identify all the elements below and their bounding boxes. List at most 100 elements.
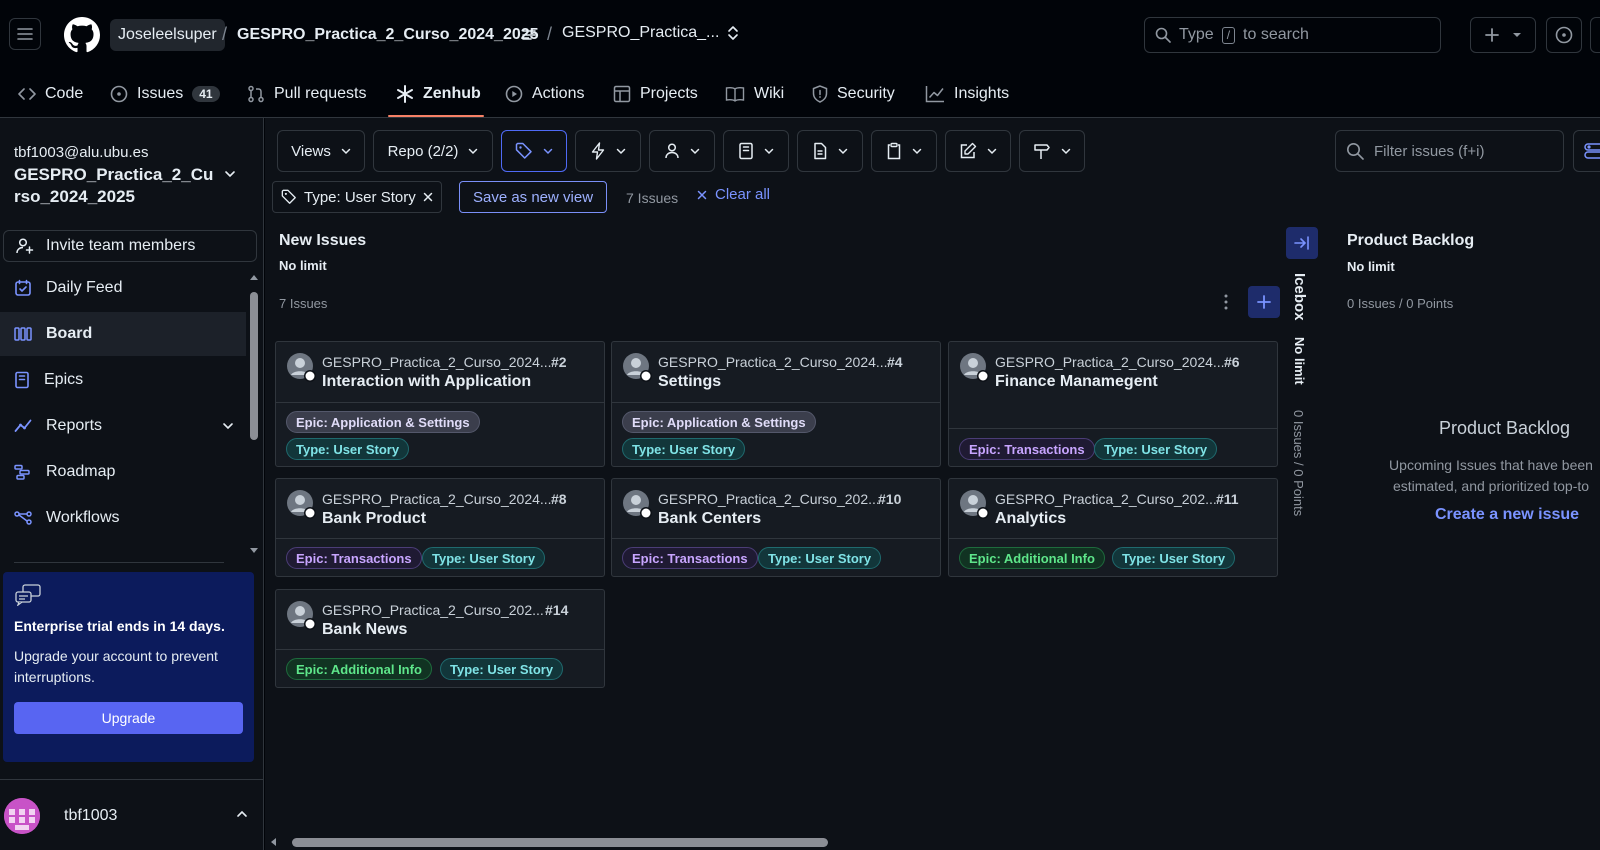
type-label[interactable]: Type: User Story [440,658,564,680]
card-repo: GESPRO_Practica_2_Curso_202... [658,491,880,507]
display-settings-button[interactable] [1573,130,1600,172]
tab-label: Security [837,85,895,102]
icebox-limit: No limit [1292,337,1307,385]
type-label[interactable]: Type: User Story [422,547,546,569]
tab-actions[interactable]: Actions [505,78,584,110]
type-label[interactable]: Type: User Story [1094,438,1218,460]
github-logo-icon[interactable] [64,17,100,53]
sidebar-item-label: Workflows [46,509,120,526]
tab-issues[interactable]: Issues 41 [110,78,220,110]
sidebar-item-workflows[interactable]: Workflows [0,496,246,540]
issue-card[interactable]: GESPRO_Practica_2_Curso_2024... #4 Setti… [611,341,941,467]
card-repo: GESPRO_Practica_2_Curso_2024... [322,354,552,370]
create-new-issue-link[interactable]: Create a new issue [1435,506,1579,524]
filter-issues-input[interactable]: Filter issues (f+i) [1335,130,1564,172]
project-name: GESPRO_Practica_... [562,24,720,41]
zenhub-asterisk-icon [397,85,413,103]
card-labels: Epic: Transactions Type: User Story [276,538,604,578]
create-new-button[interactable] [1470,17,1536,53]
add-issue-button[interactable] [1248,286,1280,318]
epic-label[interactable]: Epic: Transactions [622,547,758,569]
save-as-new-view-button[interactable]: Save as new view [459,181,607,213]
priority-filter-dropdown[interactable] [575,130,641,172]
tab-pull-requests[interactable]: Pull requests [247,78,367,110]
sprint-filter-dropdown[interactable] [1019,130,1085,172]
epic-label[interactable]: Epic: Additional Info [959,547,1105,569]
expand-icebox-button[interactable] [1286,227,1318,259]
user-menu[interactable]: tbf1003 [0,779,264,849]
scrollbar-thumb[interactable] [292,838,828,847]
chevron-down-icon[interactable] [222,422,234,430]
epic-label[interactable]: Epic: Additional Info [286,658,432,680]
pull-request-icon [248,85,264,103]
type-label[interactable]: Type: User Story [622,438,746,460]
workspace-name[interactable]: GESPRO_Practica_2_Curso_2024_2025 [14,164,214,208]
issue-card[interactable]: GESPRO_Practica_2_Curso_202... #11 Analy… [948,478,1278,577]
trial-banner: Enterprise trial ends in 14 days. Upgrad… [3,572,254,762]
repo-filter-dropdown[interactable]: Repo (2/2) [373,130,493,172]
release-filter-dropdown[interactable] [797,130,863,172]
issue-card[interactable]: GESPRO_Practica_2_Curso_202... #14 Bank … [275,589,605,688]
owner-link[interactable]: Joseleelsuper [110,19,225,51]
project-selector[interactable]: GESPRO_Practica_... [562,24,739,42]
kebab-menu-icon[interactable] [1224,294,1228,310]
type-label[interactable]: Type: User Story [758,547,882,569]
epic-filter-dropdown[interactable] [723,130,789,172]
tab-label: Insights [954,85,1010,102]
tab-code[interactable]: Code [18,78,83,110]
list-icon[interactable] [522,29,536,41]
avatar[interactable] [4,798,40,834]
issue-card[interactable]: GESPRO_Practica_2_Curso_2024... #6 Finan… [948,341,1278,467]
sidebar-item-epics[interactable]: Epics [0,358,246,402]
issue-card[interactable]: GESPRO_Practica_2_Curso_2024... #8 Bank … [275,478,605,577]
issue-card[interactable]: GESPRO_Practica_2_Curso_2024... #2 Inter… [275,341,605,467]
chat-bubbles-icon [15,584,41,606]
menu-button[interactable] [9,18,41,50]
pull-requests-shortcut-button[interactable] [1590,17,1600,53]
board-horizontal-scrollbar[interactable] [265,834,1600,850]
tab-wiki[interactable]: Wiki [725,78,784,110]
issue-opened-icon [110,85,128,103]
tab-zenhub[interactable]: Zenhub [396,78,481,110]
sidebar-item-board[interactable]: Board [0,312,246,356]
trial-title: Enterprise trial ends in 14 days. [14,618,225,634]
global-search-input[interactable]: Type / to search [1144,17,1441,53]
type-label[interactable]: Type: User Story [1112,547,1236,569]
sidebar-scrollbar[interactable] [248,270,260,560]
tab-projects[interactable]: Projects [613,78,698,110]
tab-security[interactable]: Security [812,78,895,110]
assignee-filter-dropdown[interactable] [649,130,715,172]
sidebar-item-roadmap[interactable]: Roadmap [0,450,246,494]
sidebar-item-label: Reports [46,417,103,434]
scroll-left-arrow-icon[interactable] [269,837,277,847]
sidebar-item-reports[interactable]: Reports [0,404,246,448]
tab-insights[interactable]: Insights [925,78,1009,110]
epic-label[interactable]: Epic: Application & Settings [286,411,480,433]
issue-card[interactable]: GESPRO_Practica_2_Curso_202... #10 Bank … [611,478,941,577]
clear-all-label: Clear all [715,186,771,203]
tag-icon [515,142,532,159]
issues-shortcut-button[interactable] [1546,17,1582,53]
type-label[interactable]: Type: User Story [286,438,410,460]
close-icon[interactable] [423,192,433,202]
card-title: Analytics [995,510,1067,527]
estimate-filter-dropdown[interactable] [945,130,1011,172]
chevron-updown-icon [728,26,739,40]
chevron-down-icon[interactable] [224,170,236,178]
sidebar-item-label: Daily Feed [46,279,123,296]
epic-label[interactable]: Epic: Transactions [286,547,422,569]
epic-label[interactable]: Epic: Application & Settings [622,411,816,433]
card-number: #10 [878,491,902,507]
views-dropdown[interactable]: Views [277,130,365,172]
label-filter-dropdown[interactable] [501,130,567,172]
invite-team-button[interactable]: Invite team members [3,230,257,262]
card-title: Settings [658,373,722,390]
epic-label[interactable]: Epic: Transactions [959,438,1095,460]
sidebar-item-daily-feed[interactable]: Daily Feed [0,266,246,310]
active-tab-indicator [388,115,484,117]
repo-name-link[interactable]: GESPRO_Practica_2_Curso_2024_2025 [237,26,539,44]
upgrade-button[interactable]: Upgrade [14,702,243,734]
chevron-up-icon[interactable] [236,810,248,818]
milestone-filter-dropdown[interactable] [871,130,937,172]
clear-all-button[interactable]: Clear all [697,186,770,203]
